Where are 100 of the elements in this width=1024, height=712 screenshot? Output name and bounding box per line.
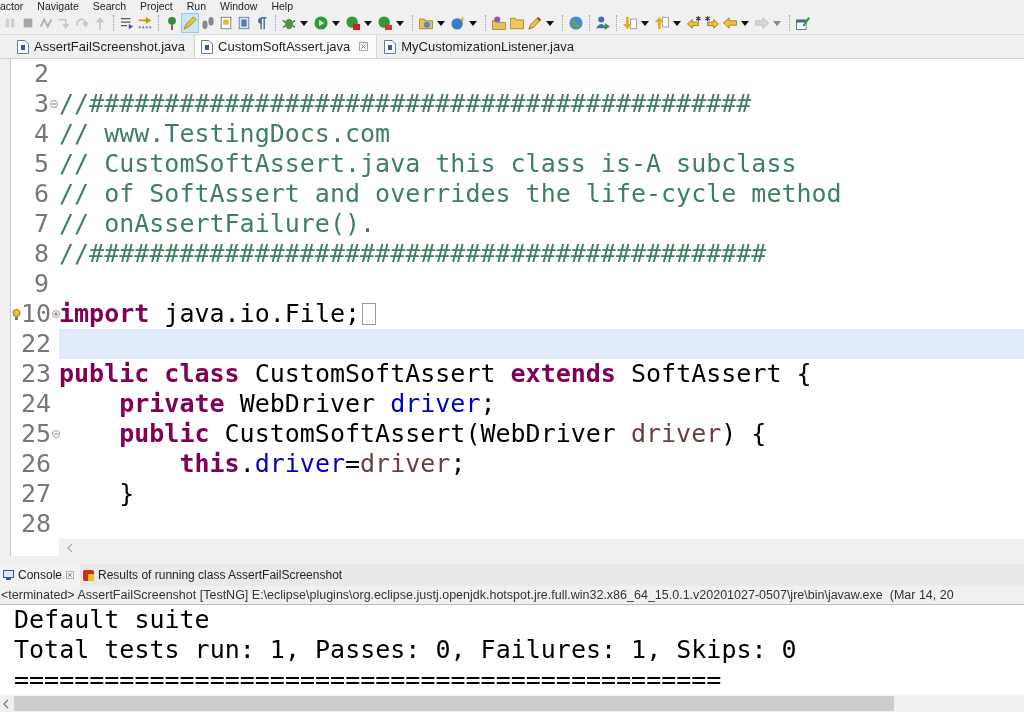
line-number: 23 — [21, 359, 52, 389]
left-arrow-asterisk-icon — [687, 16, 701, 30]
folder-dot-icon — [492, 16, 506, 30]
code-line: } — [118, 479, 135, 509]
dropdown-arrow-icon[interactable] — [437, 20, 445, 26]
right-arrow-asterisk-icon — [705, 16, 719, 30]
line-number: 8 — [33, 239, 49, 269]
dropdown-arrow-icon[interactable] — [641, 20, 649, 26]
monitor-icon — [3, 570, 14, 580]
code-line: private WebDriver driver; — [118, 389, 496, 419]
folder-dot-button[interactable] — [490, 13, 508, 33]
line-number: 9 — [33, 269, 49, 299]
file-icon — [17, 39, 29, 54]
pencil-icon — [528, 16, 542, 30]
line-number: 5 — [33, 149, 49, 179]
line-number: 3 — [33, 89, 49, 119]
person-arrow-icon — [596, 16, 610, 30]
line-number: 24 — [21, 389, 52, 419]
horizontal-scrollbar[interactable] — [59, 539, 1024, 556]
console-line: Total tests run: 1, Passes: 0, Failures: 1, Skips: 0 — [14, 635, 797, 665]
code-line: import java.io.File; — [59, 299, 361, 329]
line-number: 4 — [33, 119, 49, 149]
pencil-button[interactable] — [181, 13, 199, 33]
pin-icon — [165, 16, 179, 30]
line-number: 2 — [33, 59, 49, 89]
menu-item[interactable]: Navigate — [37, 0, 79, 12]
circle-box-icon — [378, 16, 392, 30]
folded-code-icon[interactable] — [362, 303, 377, 325]
dropdown-arrow-icon[interactable] — [546, 20, 554, 26]
globe-icon — [569, 16, 583, 30]
pilcrow-icon — [255, 16, 269, 30]
console-line: =============================================== — [14, 665, 722, 695]
list-icon — [120, 16, 134, 30]
code-line: public CustomSoftAssert(WebDriver driver) { — [118, 419, 767, 449]
menu-item[interactable]: actor — [0, 0, 24, 12]
code-line: // CustomSoftAssert.java this class is-A subclass — [59, 149, 797, 179]
code-line: //############################################ — [59, 89, 752, 119]
panel-icon — [237, 16, 251, 30]
line-number: 7 — [33, 209, 49, 239]
line-number: 28 — [21, 509, 52, 539]
code-line: // www.TestingDocs.com — [59, 119, 391, 149]
scroll-left-icon[interactable] — [3, 698, 9, 709]
right-arrow-icon — [755, 16, 769, 30]
dropdown-arrow-icon[interactable] — [332, 20, 340, 26]
up-arrow-icon — [655, 16, 669, 30]
folder-icon — [510, 16, 524, 30]
expand-icon[interactable] — [52, 310, 61, 318]
editor-tab[interactable]: CustomSoftAssert.java — [194, 35, 378, 58]
code-line: //############################################# — [59, 239, 767, 269]
console-tab[interactable]: Console — [0, 564, 81, 586]
menu-item[interactable]: Help — [271, 0, 293, 12]
menu-item[interactable]: Search — [92, 0, 127, 12]
zigzag-icon — [39, 16, 53, 30]
dropdown-arrow-icon[interactable] — [741, 20, 749, 26]
bug-icon — [282, 16, 296, 30]
editor-tab[interactable]: MyCustomizationListener.java — [377, 35, 583, 58]
play-icon — [314, 16, 328, 30]
line-number: 22 — [21, 329, 52, 359]
collapse-icon[interactable] — [52, 430, 61, 438]
dropdown-arrow-icon[interactable] — [396, 20, 404, 26]
scrollbar-thumb[interactable] — [14, 696, 894, 711]
arrow-up-icon — [93, 16, 107, 30]
close-icon[interactable] — [66, 571, 75, 579]
person-arrow-button[interactable] — [594, 13, 612, 33]
line-number: 6 — [33, 179, 49, 209]
pause-icon — [3, 16, 17, 30]
code-line: public class CustomSoftAssert extends SoftAssert { — [59, 359, 812, 389]
curved-arrow-icon — [75, 16, 89, 30]
dropdown-arrow-icon[interactable] — [300, 20, 308, 26]
lightbulb-icon[interactable] — [11, 308, 21, 320]
dropdown-arrow-icon[interactable] — [673, 20, 681, 26]
dropdown-arrow-icon[interactable] — [469, 20, 477, 26]
menu-item[interactable]: Project — [140, 0, 173, 12]
code-line: // onAssertFailure(). — [59, 209, 376, 239]
line-number: 27 — [21, 479, 52, 509]
code-line: // of SoftAssert and overrides the life-cycle method — [59, 179, 842, 209]
results-icon — [83, 569, 95, 581]
bent-arrow-icon — [57, 16, 71, 30]
menu-item[interactable]: Run — [186, 0, 207, 12]
footprint-icon — [201, 16, 215, 30]
console-tab[interactable]: Results of running class AssertFailScreenshot — [80, 564, 349, 586]
console-line: Default suite — [14, 605, 210, 635]
console-status: <terminated> AssertFailScreenshot [TestNG] E:\eclipse\plugins\org.eclipse.justj.openjdk.hotspot.jre.full.win32.x86_64_15.0.1.v20201027-0507\jre\bin\javaw.exe (Mar 14, 20 — [1, 588, 954, 602]
close-icon[interactable] — [359, 42, 369, 51]
file-icon — [384, 39, 397, 54]
stop-icon — [21, 16, 35, 30]
dotted-arrow-icon — [138, 16, 152, 30]
pencil-icon — [183, 16, 197, 30]
left-arrow-icon — [723, 16, 737, 30]
down-arrow-icon — [623, 16, 637, 30]
dropdown-arrow-icon[interactable] — [364, 20, 372, 26]
scroll-left-icon[interactable] — [67, 542, 73, 553]
collapse-icon[interactable] — [50, 100, 58, 108]
line-number: 10 — [21, 299, 52, 329]
editor-tab[interactable]: AssertFailScreenshot.java — [10, 35, 194, 58]
line-number: 26 — [21, 449, 52, 479]
document-icon — [219, 16, 233, 30]
code-line: this.driver=driver; — [178, 449, 466, 479]
menu-item[interactable]: Window — [220, 0, 258, 12]
line-number: 25 — [21, 419, 52, 449]
